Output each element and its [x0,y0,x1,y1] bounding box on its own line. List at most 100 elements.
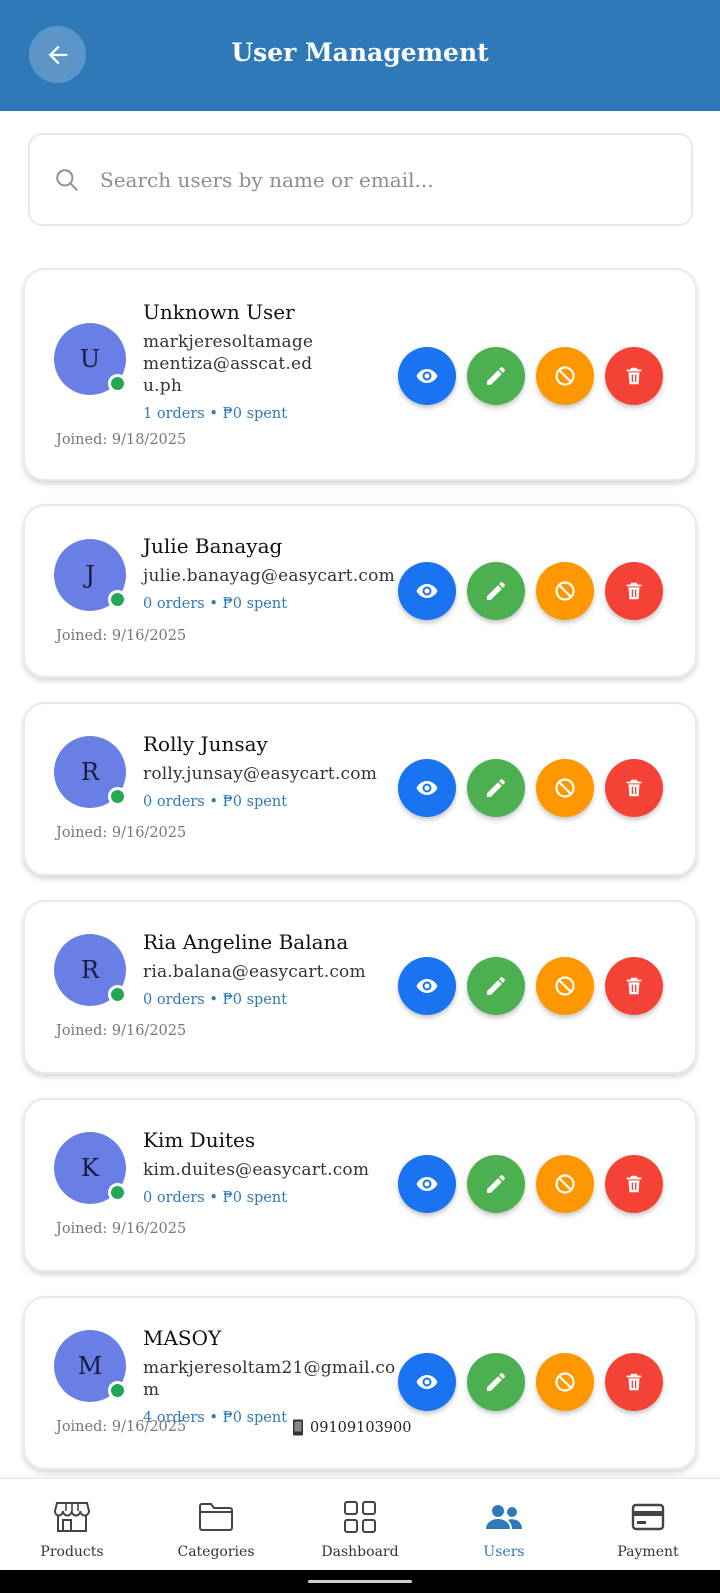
online-status-dot [108,787,127,806]
user-stats: 0 orders • ₱0 spent [143,596,288,612]
online-status-dot [108,374,127,393]
nav-label: Users [483,1544,525,1560]
delete-user-button[interactable] [605,957,663,1015]
user-card: K Kim Duites kim.duites@easycart.com 0 o… [23,1098,697,1272]
user-info: Ria Angeline Balana ria.balana@easycart.… [143,928,398,1009]
system-navigation-bar [0,1570,720,1593]
card-icon [631,1499,665,1535]
trash-icon [626,1373,642,1391]
avatar: U [54,323,127,395]
pencil-icon [487,976,505,995]
nav-item-payment[interactable]: Payment [576,1479,720,1570]
user-actions [398,347,663,405]
block-icon [555,581,575,601]
view-user-button[interactable] [398,347,456,405]
joined-date: Joined: 9/16/2025 [56,825,187,841]
avatar-initial: R [80,758,100,786]
phone-text: 09109103900 [310,1419,412,1436]
edit-user-button[interactable] [467,347,525,405]
user-stats: 1 orders • ₱0 spent [143,406,288,422]
block-user-button[interactable] [536,759,594,817]
delete-user-button[interactable] [605,759,663,817]
phone-icon [293,1419,303,1436]
user-card: U Unknown User markjeresoltamagementiza@… [23,268,697,481]
delete-user-button[interactable] [605,1353,663,1411]
user-info: Kim Duites kim.duites@easycart.com 0 ord… [143,1126,398,1207]
view-user-button[interactable] [398,1353,456,1411]
online-status-dot [108,1381,127,1400]
online-status-dot [108,590,127,609]
trash-icon [626,367,642,385]
user-name: Rolly Junsay [143,732,268,756]
block-user-button[interactable] [536,1353,594,1411]
user-card: J Julie Banayag julie.banayag@easycart.c… [23,504,697,678]
avatar-initial: M [77,1352,103,1380]
user-email: rolly.junsay@easycart.com [143,764,378,784]
edit-user-button[interactable] [467,562,525,620]
search-bar[interactable] [28,133,693,226]
user-stats: 0 orders • ₱0 spent [143,992,288,1008]
nav-item-users[interactable]: Users [432,1479,576,1570]
nav-label: Dashboard [321,1544,399,1560]
user-name: Julie Banayag [143,534,283,558]
avatar-initial: J [85,561,95,589]
eye-icon [416,369,438,383]
pencil-icon [487,581,505,600]
phone-number: 09109103900 [292,1419,411,1436]
bottom-nav: Products Categories Dashboard Users Paym… [0,1478,720,1570]
user-name: MASOY [143,1326,222,1350]
nav-label: Payment [617,1544,679,1560]
pencil-icon [487,366,505,385]
search-input[interactable] [100,167,660,192]
user-email: markjeresoltamagementiza@asscat.edu.ph [143,332,314,396]
edit-user-button[interactable] [467,759,525,817]
home-indicator[interactable] [308,1580,412,1583]
pencil-icon [487,1174,505,1193]
user-card: R Rolly Junsay rolly.junsay@easycart.com… [23,702,697,876]
avatar: K [54,1132,127,1204]
user-card: M MASOY markjeresoltam21@gmail.com 4 ord… [23,1296,697,1470]
block-user-button[interactable] [536,347,594,405]
grid-icon [343,1499,377,1535]
trash-icon [626,582,642,600]
user-info: Julie Banayag julie.banayag@easycart.com… [143,532,398,613]
view-user-button[interactable] [398,759,456,817]
avatar: R [54,736,127,808]
block-user-button[interactable] [536,562,594,620]
online-status-dot [108,985,127,1004]
page-title: User Management [231,38,489,67]
user-email: ria.balana@easycart.com [143,962,366,982]
user-email: julie.banayag@easycart.com [143,566,395,586]
avatar-initial: R [80,956,100,984]
block-icon [555,1174,575,1194]
user-info: Rolly Junsay rolly.junsay@easycart.com 0… [143,730,398,811]
view-user-button[interactable] [398,957,456,1015]
block-user-button[interactable] [536,957,594,1015]
edit-user-button[interactable] [467,957,525,1015]
user-actions [398,759,663,817]
eye-icon [416,584,438,598]
user-email: markjeresoltam21@gmail.com [143,1358,396,1400]
block-user-button[interactable] [536,1155,594,1213]
app-header: User Management [0,0,720,111]
view-user-button[interactable] [398,562,456,620]
user-info: Unknown User markjeresoltamagementiza@as… [143,298,398,423]
nav-item-dashboard[interactable]: Dashboard [288,1479,432,1570]
delete-user-button[interactable] [605,347,663,405]
eye-icon [416,979,438,993]
delete-user-button[interactable] [605,562,663,620]
joined-date: Joined: 9/18/2025 [56,432,187,448]
view-user-button[interactable] [398,1155,456,1213]
nav-item-products[interactable]: Products [0,1479,144,1570]
nav-item-categories[interactable]: Categories [144,1479,288,1570]
nav-label: Categories [177,1544,255,1560]
avatar: J [54,539,127,611]
user-info: MASOY markjeresoltam21@gmail.com 4 order… [143,1324,398,1427]
delete-user-button[interactable] [605,1155,663,1213]
edit-user-button[interactable] [467,1155,525,1213]
joined-date: Joined: 9/16/2025 [56,1221,187,1237]
avatar-initial: K [81,1154,99,1182]
user-actions [398,1353,663,1411]
edit-user-button[interactable] [467,1353,525,1411]
joined-date: Joined: 9/16/2025 [56,628,187,644]
